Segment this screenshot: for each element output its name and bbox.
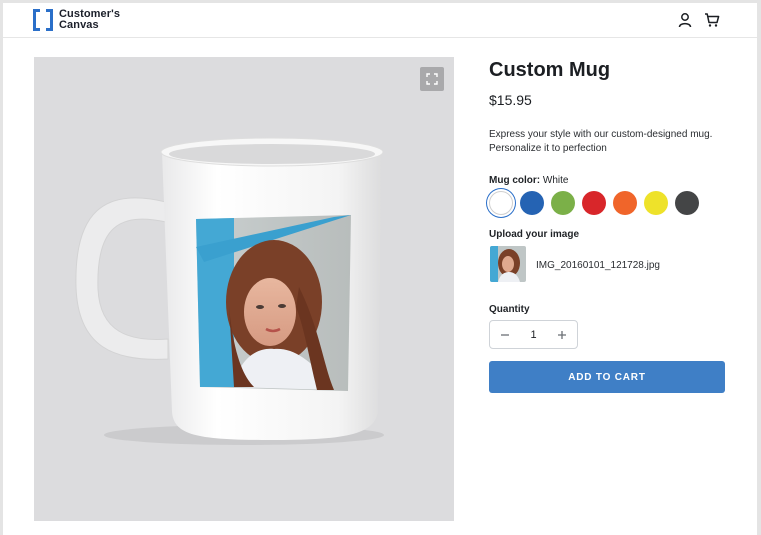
quantity-value[interactable]: 1 — [530, 329, 536, 341]
product-price: $15.95 — [489, 92, 532, 108]
color-swatch-blue[interactable] — [520, 191, 544, 215]
color-swatch-red[interactable] — [582, 191, 606, 215]
site-header: Customer's Canvas — [3, 3, 757, 38]
expand-icon — [426, 73, 438, 85]
color-swatches — [489, 191, 706, 215]
add-to-cart-button[interactable]: ADD TO CART — [489, 361, 725, 393]
color-swatch-yellow[interactable] — [644, 191, 668, 215]
product-image[interactable] — [34, 57, 454, 521]
product-description: Express your style with our custom-desig… — [489, 129, 713, 154]
plus-icon — [558, 330, 566, 339]
upload-label: Upload your image — [489, 229, 580, 240]
printed-photo — [196, 215, 351, 391]
logo-mark-icon — [33, 9, 53, 31]
uploaded-image-thumbnail[interactable] — [490, 246, 526, 282]
logo-text: Customer's Canvas — [59, 9, 120, 31]
logo[interactable]: Customer's Canvas — [33, 9, 120, 31]
uploaded-filename: IMG_20160101_121728.jpg — [536, 260, 660, 271]
mug-color-row: Mug color: White — [489, 175, 568, 186]
user-icon[interactable] — [677, 12, 693, 28]
color-swatch-white[interactable] — [489, 191, 513, 215]
logo-line-2: Canvas — [59, 19, 99, 31]
quantity-stepper: 1 — [489, 320, 578, 349]
mug-illustration — [75, 137, 384, 445]
page: Customer's Canvas Custom Mug $15.95 Expr… — [3, 3, 757, 535]
cart-icon[interactable] — [704, 12, 720, 28]
increment-button[interactable] — [555, 328, 569, 342]
minus-icon — [501, 333, 509, 336]
quantity-label: Quantity — [489, 304, 530, 315]
color-swatch-green[interactable] — [551, 191, 575, 215]
decrement-button[interactable] — [498, 328, 512, 342]
color-swatch-orange[interactable] — [613, 191, 637, 215]
product-title: Custom Mug — [489, 59, 611, 81]
expand-button[interactable] — [420, 67, 444, 91]
color-swatch-dark-gray[interactable] — [675, 191, 699, 215]
mug-color-label: Mug color: — [489, 175, 541, 186]
mug-color-value: White — [542, 175, 569, 186]
